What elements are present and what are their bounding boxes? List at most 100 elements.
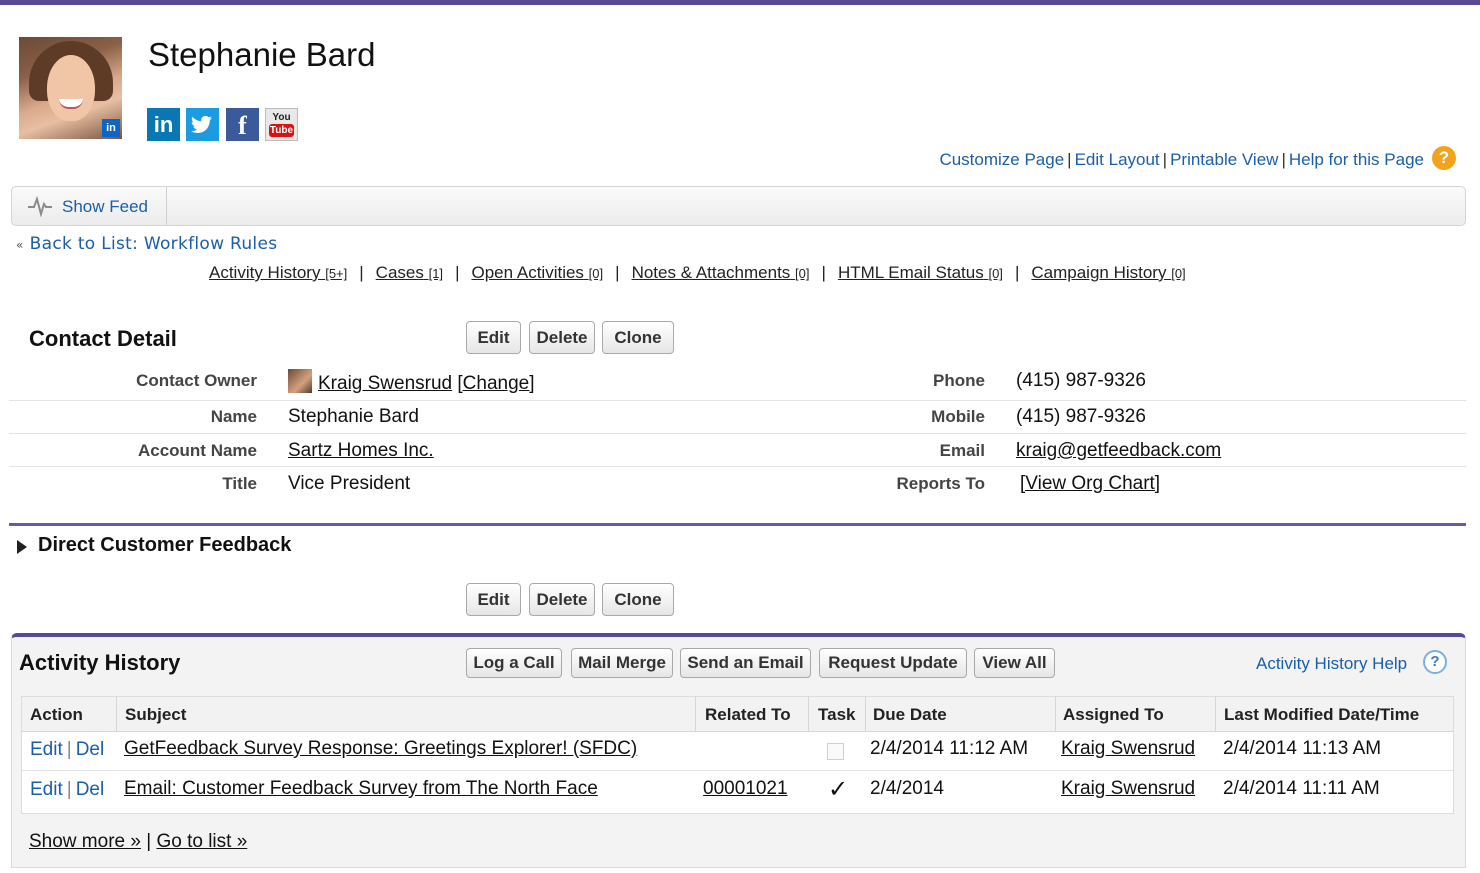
edit-button-bottom[interactable]: Edit bbox=[466, 583, 521, 616]
edit-button[interactable]: Edit bbox=[466, 321, 521, 354]
facebook-icon[interactable]: f bbox=[226, 108, 259, 141]
clone-button-bottom[interactable]: Clone bbox=[602, 583, 674, 616]
change-owner-link[interactable]: [Change] bbox=[457, 373, 534, 394]
title-value: Vice President bbox=[288, 473, 411, 494]
account-name-value: Sartz Homes Inc. bbox=[288, 440, 434, 462]
subject-cell: Email: Customer Feedback Survey from The… bbox=[124, 778, 598, 800]
avatar-face bbox=[47, 55, 95, 121]
link-separator: | bbox=[1067, 150, 1072, 169]
subject-cell: GetFeedback Survey Response: Greetings E… bbox=[124, 738, 637, 760]
activity-history-title: Activity History bbox=[19, 650, 181, 675]
column-header-task[interactable]: Task bbox=[818, 705, 856, 725]
name-label: Name bbox=[210, 407, 257, 426]
column-header-last-modified[interactable]: Last Modified Date/Time bbox=[1224, 705, 1419, 725]
column-header-related-to[interactable]: Related To bbox=[705, 705, 791, 725]
related-separator: | bbox=[1014, 263, 1020, 282]
go-to-list-link[interactable]: Go to list » bbox=[156, 831, 247, 852]
delete-row-link[interactable]: Del bbox=[76, 779, 105, 800]
related-separator: | bbox=[615, 263, 620, 282]
related-link-open-activities[interactable]: Open Activities [0] bbox=[471, 263, 603, 282]
row-actions: Edit | Del bbox=[30, 739, 104, 761]
phone-value: (415) 987-9326 bbox=[1016, 370, 1146, 391]
email-link[interactable]: kraig@getfeedback.com bbox=[1016, 440, 1221, 461]
activity-history-help-link[interactable]: Activity History Help bbox=[1256, 654, 1407, 674]
page-utility-links: Customize Page | Edit Layout | Printable Vie… bbox=[939, 150, 1424, 170]
contact-owner-link[interactable]: Kraig Swensrud bbox=[318, 373, 452, 394]
help-for-page-link[interactable]: Help for this Page bbox=[1289, 150, 1424, 169]
back-chevron-icon: « bbox=[16, 238, 24, 252]
task-checked-icon: ✓ bbox=[828, 775, 849, 803]
related-to-link[interactable]: 00001021 bbox=[703, 778, 788, 799]
last-modified-cell: 2/4/2014 11:13 AM bbox=[1223, 738, 1382, 759]
related-link-activity-history[interactable]: Activity History [5+] bbox=[209, 263, 347, 282]
edit-row-link[interactable]: Edit bbox=[30, 779, 63, 800]
contact-owner-label: Contact Owner bbox=[136, 371, 257, 390]
feed-pulse-icon bbox=[28, 195, 52, 217]
related-separator: | bbox=[455, 263, 460, 282]
action-separator: | bbox=[66, 739, 72, 760]
delete-row-link[interactable]: Del bbox=[76, 739, 105, 760]
column-divider bbox=[808, 697, 809, 732]
related-link-cases[interactable]: Cases [1] bbox=[376, 263, 443, 282]
assigned-to-cell: Kraig Swensrud bbox=[1061, 738, 1195, 760]
column-header-assigned-to[interactable]: Assigned To bbox=[1063, 705, 1164, 725]
link-separator: | bbox=[1281, 150, 1286, 169]
assigned-to-link[interactable]: Kraig Swensrud bbox=[1061, 778, 1195, 799]
delete-button-bottom[interactable]: Delete bbox=[529, 583, 595, 616]
delete-button[interactable]: Delete bbox=[529, 321, 595, 354]
mail-merge-button[interactable]: Mail Merge bbox=[571, 648, 673, 678]
back-to-list-link[interactable]: « Back to List: Workflow Rules bbox=[16, 234, 277, 254]
related-list-links: Activity History [5+] | Cases [1] | Open Act… bbox=[209, 263, 1186, 283]
back-to-list-label: Back to List: Workflow Rules bbox=[29, 234, 278, 254]
feed-toolbar: Show Feed bbox=[11, 186, 1466, 226]
youtube-tube-text: Tube bbox=[269, 124, 294, 137]
column-divider bbox=[1215, 697, 1216, 732]
assigned-to-link[interactable]: Kraig Swensrud bbox=[1061, 738, 1195, 759]
edit-row-link[interactable]: Edit bbox=[30, 739, 63, 760]
log-a-call-button[interactable]: Log a Call bbox=[466, 648, 562, 678]
linkedin-icon[interactable]: in bbox=[147, 108, 180, 141]
mobile-label: Mobile bbox=[931, 407, 985, 426]
related-link-campaign-history[interactable]: Campaign History [0] bbox=[1031, 263, 1185, 282]
due-date-cell: 2/4/2014 bbox=[870, 778, 944, 799]
contact-owner-value: Kraig Swensrud [Change] bbox=[288, 369, 535, 395]
account-name-label: Account Name bbox=[137, 441, 257, 460]
subject-link[interactable]: Email: Customer Feedback Survey from The… bbox=[124, 778, 598, 799]
mobile-value: (415) 987-9326 bbox=[1016, 406, 1146, 427]
account-name-link[interactable]: Sartz Homes Inc. bbox=[288, 440, 434, 461]
reports-to-value: [View Org Chart] bbox=[1020, 473, 1160, 495]
question-icon[interactable]: ? bbox=[1423, 650, 1447, 674]
section-divider bbox=[9, 523, 1466, 526]
column-divider bbox=[116, 697, 117, 732]
help-icon[interactable]: ? bbox=[1432, 146, 1456, 170]
twitter-icon[interactable] bbox=[186, 108, 219, 141]
clone-button[interactable]: Clone bbox=[602, 321, 674, 354]
direct-customer-feedback-title[interactable]: Direct Customer Feedback bbox=[38, 534, 291, 557]
column-divider bbox=[1055, 697, 1056, 732]
task-checkbox bbox=[827, 743, 844, 760]
phone-label: Phone bbox=[933, 371, 985, 390]
reports-to-label: Reports To bbox=[896, 474, 985, 493]
expand-triangle-icon[interactable] bbox=[17, 540, 27, 554]
column-header-due-date[interactable]: Due Date bbox=[873, 705, 947, 725]
printable-view-link[interactable]: Printable View bbox=[1170, 150, 1278, 169]
view-all-button[interactable]: View All bbox=[974, 648, 1055, 678]
request-update-button[interactable]: Request Update bbox=[819, 648, 967, 678]
link-separator: | bbox=[1162, 150, 1168, 169]
youtube-icon[interactable]: You Tube bbox=[265, 108, 298, 141]
edit-layout-link[interactable]: Edit Layout bbox=[1075, 150, 1160, 169]
top-accent-bar bbox=[0, 0, 1480, 5]
related-separator: | bbox=[359, 263, 364, 282]
column-header-subject[interactable]: Subject bbox=[125, 705, 186, 725]
related-link-notes-attachments[interactable]: Notes & Attachments [0] bbox=[632, 263, 810, 282]
view-org-chart-link[interactable]: [View Org Chart] bbox=[1020, 473, 1160, 494]
row-divider bbox=[9, 433, 1466, 434]
show-more-link[interactable]: Show more » bbox=[29, 831, 141, 852]
show-feed-button[interactable]: Show Feed bbox=[12, 187, 167, 225]
assigned-to-cell: Kraig Swensrud bbox=[1061, 778, 1195, 800]
related-link-html-email-status[interactable]: HTML Email Status [0] bbox=[838, 263, 1003, 282]
send-an-email-button[interactable]: Send an Email bbox=[680, 648, 811, 678]
column-divider bbox=[865, 697, 866, 732]
subject-link[interactable]: GetFeedback Survey Response: Greetings E… bbox=[124, 738, 637, 759]
customize-page-link[interactable]: Customize Page bbox=[939, 150, 1064, 169]
